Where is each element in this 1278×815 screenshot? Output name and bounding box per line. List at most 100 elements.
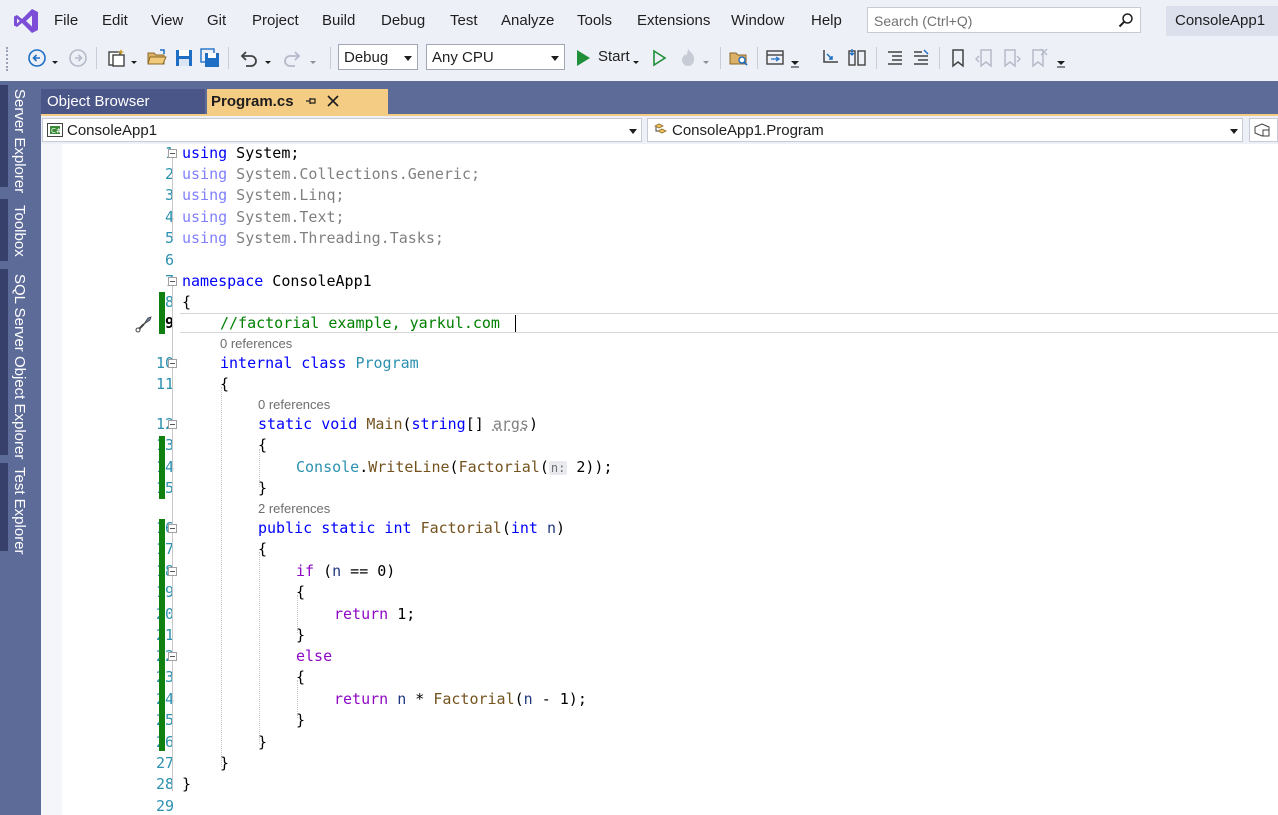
window-layout-icon[interactable] [764, 47, 786, 69]
chevron-down-icon[interactable] [700, 47, 712, 69]
line-number: 6 [164, 251, 174, 269]
menu-analyze[interactable]: Analyze [501, 12, 554, 29]
codelens-references[interactable]: 0 references [258, 397, 330, 412]
codelens-references[interactable]: 2 references [258, 501, 330, 516]
menu-build[interactable]: Build [322, 12, 355, 29]
save-all-icon[interactable] [199, 47, 221, 69]
project-dropdown[interactable]: C# ConsoleApp1 [42, 118, 642, 142]
collapse-region-toggle[interactable] [168, 359, 177, 368]
hot-reload-icon[interactable] [677, 47, 699, 69]
previous-bookmark-icon[interactable] [974, 47, 996, 69]
collapse-region-toggle[interactable] [168, 524, 177, 533]
menu-project[interactable]: Project [252, 12, 299, 29]
menu-help[interactable]: Help [811, 12, 842, 29]
keyword: namespace [182, 272, 264, 290]
line-number: 2 [164, 165, 174, 183]
start-without-debugging-icon[interactable] [648, 47, 670, 69]
next-bookmark-icon[interactable] [1000, 47, 1022, 69]
navigate-forward-icon[interactable] [67, 47, 89, 69]
parameter-name: n [397, 690, 407, 708]
collapse-region-toggle[interactable] [168, 420, 177, 429]
method-name: Main [366, 415, 403, 433]
code-editor[interactable]: 1 2 3 4 5 6 7 8 9 10 11 12 13 14 15 16 1… [41, 144, 1278, 815]
chevron-down-icon[interactable] [630, 47, 642, 69]
pin-icon[interactable] [304, 94, 318, 108]
redo-icon[interactable] [282, 47, 304, 69]
menu-tools[interactable]: Tools [577, 12, 612, 29]
browse-folder-icon[interactable] [728, 47, 750, 69]
menu-test[interactable]: Test [450, 12, 478, 29]
visual-studio-logo-icon[interactable] [13, 8, 39, 34]
undo-icon[interactable] [237, 47, 259, 69]
code-line-16: public static int Factorial(int n) [258, 519, 565, 537]
code-line-17: { [258, 540, 268, 558]
member-dropdown[interactable] [1249, 118, 1278, 142]
csharp-project-icon: C# [47, 123, 63, 137]
new-project-icon[interactable] [106, 47, 128, 69]
unused-parameter: args [492, 415, 529, 433]
code-line-12: static void Main(string[] args) [258, 415, 538, 433]
start-debugging-icon[interactable] [572, 47, 594, 69]
dock-tab-toolbox[interactable]: Toolbox [11, 205, 28, 257]
code-text: == 0) [341, 562, 396, 580]
chevron-down-icon[interactable] [307, 47, 319, 69]
document-tab-strip: Object Browser Program.cs [41, 81, 1278, 115]
save-icon[interactable] [173, 47, 195, 69]
chevron-down-icon[interactable] [128, 47, 140, 69]
code-text: - 1); [532, 690, 587, 708]
toolbar-overflow-icon[interactable] [1054, 47, 1068, 69]
line-number: 10 [155, 354, 174, 372]
open-folder-icon[interactable] [146, 47, 168, 69]
menu-view[interactable]: View [151, 12, 183, 29]
collapse-region-toggle[interactable] [168, 652, 177, 661]
platform-select[interactable]: Any CPU [426, 44, 565, 70]
configuration-select[interactable]: Debug [338, 44, 418, 70]
line-number: 3 [164, 186, 174, 204]
search-input[interactable]: Search (Ctrl+Q) [867, 7, 1141, 33]
menu-extensions[interactable]: Extensions [637, 12, 710, 29]
step-into-icon[interactable] [820, 47, 842, 69]
keyword: static void [258, 415, 358, 433]
code-text: ( [314, 562, 333, 580]
clear-bookmarks-icon[interactable] [1027, 47, 1049, 69]
dock-tab-test-explorer[interactable]: Test Explorer [11, 467, 28, 555]
code-line-25: } [296, 711, 306, 729]
navigate-back-icon[interactable] [26, 47, 48, 69]
menu-bar: File Edit View Git Project Build Debug T… [0, 0, 1278, 41]
toolbar-grip[interactable] [6, 47, 12, 71]
search-placeholder: Search (Ctrl+Q) [874, 13, 973, 29]
menu-window[interactable]: Window [731, 12, 784, 29]
codelens-references[interactable]: 0 references [220, 336, 292, 351]
indent-guide [259, 552, 260, 744]
type-name: Program [355, 354, 419, 372]
start-button-label[interactable]: Start [598, 48, 630, 65]
type-dropdown[interactable]: ConsoleApp1.Program [647, 118, 1243, 142]
collapse-region-toggle[interactable] [168, 567, 177, 576]
chevron-down-icon[interactable] [49, 47, 61, 69]
tab-object-browser[interactable]: Object Browser [41, 89, 205, 115]
menu-git[interactable]: Git [207, 12, 226, 29]
collapse-region-toggle[interactable] [168, 277, 177, 286]
menu-file[interactable]: File [54, 12, 78, 29]
solution-explorer-sync-icon[interactable] [846, 47, 868, 69]
menu-edit[interactable]: Edit [102, 12, 128, 29]
chevron-down-icon[interactable] [788, 47, 802, 69]
code-line-23: { [296, 668, 306, 686]
menu-debug[interactable]: Debug [381, 12, 425, 29]
chevron-down-icon[interactable] [262, 47, 274, 69]
solution-name-badge[interactable]: ConsoleApp1 [1166, 6, 1278, 36]
close-icon[interactable] [327, 95, 339, 107]
dock-tab-server-explorer[interactable]: Server Explorer [11, 89, 28, 193]
comment-out-lines-icon[interactable] [884, 47, 906, 69]
code-text: ConsoleApp1 [263, 272, 372, 290]
dock-tab-sql-server-object-explorer[interactable]: SQL Server Object Explorer [11, 274, 28, 459]
tab-program-cs[interactable]: Program.cs [207, 89, 388, 115]
code-text: [] [465, 415, 493, 433]
chevron-down-icon [1230, 129, 1238, 134]
quick-actions-screwdriver-icon[interactable] [134, 314, 154, 334]
bookmark-icon[interactable] [947, 47, 969, 69]
type-dropdown-value: ConsoleApp1.Program [672, 122, 824, 139]
tab-program-cs-label: Program.cs [211, 93, 294, 110]
collapse-region-toggle[interactable] [168, 149, 177, 158]
uncomment-lines-icon[interactable] [910, 47, 932, 69]
